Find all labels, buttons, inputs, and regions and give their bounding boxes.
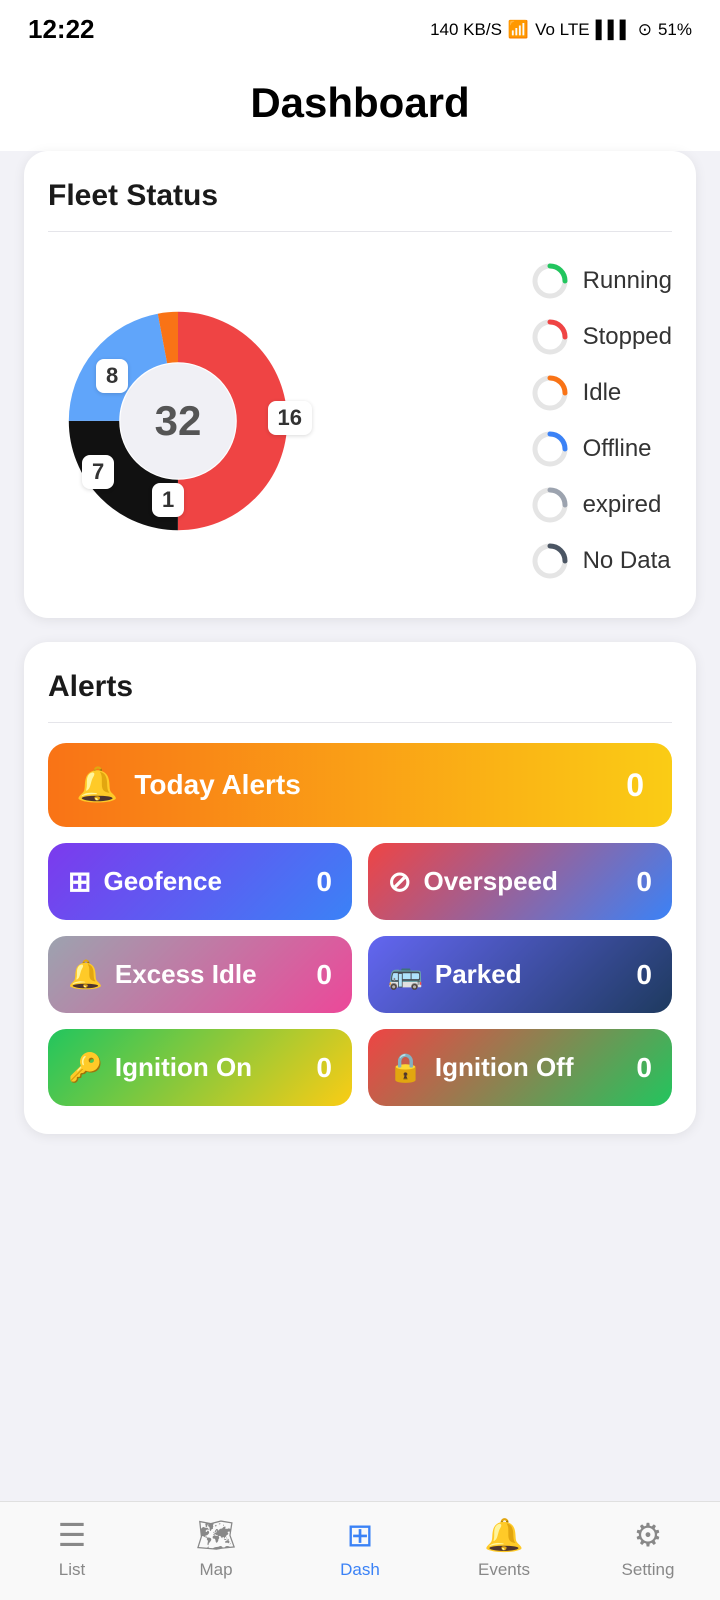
ignition-on-button[interactable]: 🔑 Ignition On 0 <box>48 1029 352 1106</box>
map-icon: 🗺 <box>196 1516 237 1554</box>
bottom-nav: ☰ List 🗺 Map ⊞ Dash 🔔 Events ⚙ Setting <box>0 1501 720 1600</box>
nav-dash-label: Dash <box>340 1560 380 1580</box>
wifi-icon: 📶 <box>508 20 529 40</box>
alerts-card: Alerts 🔔 Today Alerts 0 ⊞ Geofence 0 <box>24 642 696 1134</box>
legend-expired-label: expired <box>583 491 662 519</box>
overspeed-label: Overspeed <box>423 866 557 897</box>
ignition-off-button[interactable]: 🔒 Ignition Off 0 <box>368 1029 672 1106</box>
nav-dash[interactable]: ⊞ Dash <box>315 1516 405 1580</box>
stopped-icon <box>531 318 569 356</box>
today-alert-count: 0 <box>626 767 644 804</box>
ignition-on-btn-left: 🔑 Ignition On <box>68 1051 252 1084</box>
legend-nodata: No Data <box>531 542 672 580</box>
alert-row-1: ⊞ Geofence 0 ⊘ Overspeed 0 <box>48 843 672 920</box>
legend-offline-label: Offline <box>583 435 652 463</box>
nav-events[interactable]: 🔔 Events <box>459 1516 549 1580</box>
legend-expired: expired <box>531 486 672 524</box>
parked-count: 0 <box>636 959 652 991</box>
excess-idle-count: 0 <box>316 959 332 991</box>
ignition-off-icon: 🔒 <box>388 1051 423 1084</box>
geofence-button[interactable]: ⊞ Geofence 0 <box>48 843 352 920</box>
expired-icon <box>531 486 569 524</box>
nav-setting[interactable]: ⚙ Setting <box>603 1516 693 1580</box>
fleet-legend: Running Stopped Idle <box>515 262 672 580</box>
overspeed-count: 0 <box>636 866 652 898</box>
fleet-content: 32 8 16 7 1 Running <box>48 252 672 590</box>
seg-label-offline: 7 <box>82 455 114 489</box>
nav-setting-label: Setting <box>622 1560 675 1580</box>
page-title: Dashboard <box>0 51 720 151</box>
battery-icon: ⊙ <box>638 20 652 40</box>
geofence-label: Geofence <box>103 866 222 897</box>
nav-map-label: Map <box>199 1560 232 1580</box>
ignition-on-icon: 🔑 <box>68 1051 103 1084</box>
donut-total: 32 <box>155 397 202 445</box>
seg-label-running: 16 <box>268 401 312 435</box>
battery-pct: 51% <box>658 20 692 40</box>
alerts-title: Alerts <box>48 670 672 704</box>
running-icon <box>531 262 569 300</box>
parked-button[interactable]: 🚌 Parked 0 <box>368 936 672 1013</box>
excess-idle-label: Excess Idle <box>115 959 257 990</box>
overspeed-icon: ⊘ <box>388 865 411 898</box>
status-bar: 12:22 140 KB/S 📶 Vo LTE ▌▌▌ ⊙ 51% <box>0 0 720 51</box>
alert-row-3: 🔑 Ignition On 0 🔒 Ignition Off 0 <box>48 1029 672 1106</box>
alert-row-2: 🔔 Excess Idle 0 🚌 Parked 0 <box>48 936 672 1013</box>
main-content: Dashboard Fleet Status <box>0 51 720 1278</box>
legend-nodata-label: No Data <box>583 547 671 575</box>
parked-label: Parked <box>435 959 522 990</box>
nav-list[interactable]: ☰ List <box>27 1516 117 1580</box>
donut-chart: 32 8 16 7 1 <box>58 301 298 541</box>
idle-icon <box>531 374 569 412</box>
excess-idle-btn-left: 🔔 Excess Idle <box>68 958 257 991</box>
alerts-grid: 🔔 Today Alerts 0 ⊞ Geofence 0 ⊘ <box>48 743 672 1106</box>
status-icons: 140 KB/S 📶 Vo LTE ▌▌▌ ⊙ 51% <box>430 20 692 40</box>
list-icon: ☰ <box>58 1516 87 1554</box>
fleet-status-title: Fleet Status <box>48 179 672 213</box>
lte-icon: Vo LTE <box>535 20 590 40</box>
parked-icon: 🚌 <box>388 958 423 991</box>
ignition-on-label: Ignition On <box>115 1052 252 1083</box>
fleet-status-card: Fleet Status 32 <box>24 151 696 618</box>
setting-icon: ⚙ <box>634 1516 663 1554</box>
nav-map[interactable]: 🗺 Map <box>171 1516 261 1580</box>
nav-list-label: List <box>59 1560 85 1580</box>
ignition-off-count: 0 <box>636 1052 652 1084</box>
parked-btn-left: 🚌 Parked <box>388 958 522 991</box>
overspeed-btn-left: ⊘ Overspeed <box>388 865 558 898</box>
excess-idle-button[interactable]: 🔔 Excess Idle 0 <box>48 936 352 1013</box>
today-btn-left: 🔔 Today Alerts <box>76 765 301 805</box>
legend-offline: Offline <box>531 430 672 468</box>
offline-icon <box>531 430 569 468</box>
geofence-count: 0 <box>316 866 332 898</box>
nodata-icon <box>531 542 569 580</box>
legend-stopped: Stopped <box>531 318 672 356</box>
legend-stopped-label: Stopped <box>583 323 672 351</box>
status-time: 12:22 <box>28 14 95 45</box>
signal-icon: ▌▌▌ <box>596 20 632 40</box>
dash-icon: ⊞ <box>347 1516 374 1554</box>
legend-idle-label: Idle <box>583 379 622 407</box>
fleet-divider <box>48 231 672 232</box>
today-alert-label: Today Alerts <box>134 769 300 801</box>
ignition-off-label: Ignition Off <box>435 1052 574 1083</box>
legend-idle: Idle <box>531 374 672 412</box>
network-speed: 140 KB/S <box>430 20 502 40</box>
today-alert-icon: 🔔 <box>76 765 118 805</box>
alerts-divider <box>48 722 672 723</box>
legend-running: Running <box>531 262 672 300</box>
geofence-icon: ⊞ <box>68 865 91 898</box>
seg-label-stopped: 8 <box>96 359 128 393</box>
today-alerts-button[interactable]: 🔔 Today Alerts 0 <box>48 743 672 827</box>
excess-idle-icon: 🔔 <box>68 958 103 991</box>
seg-label-idle: 1 <box>152 483 184 517</box>
ignition-on-count: 0 <box>316 1052 332 1084</box>
legend-running-label: Running <box>583 267 672 295</box>
overspeed-button[interactable]: ⊘ Overspeed 0 <box>368 843 672 920</box>
geofence-btn-left: ⊞ Geofence <box>68 865 222 898</box>
nav-events-label: Events <box>478 1560 530 1580</box>
ignition-off-btn-left: 🔒 Ignition Off <box>388 1051 574 1084</box>
events-icon: 🔔 <box>484 1516 524 1554</box>
